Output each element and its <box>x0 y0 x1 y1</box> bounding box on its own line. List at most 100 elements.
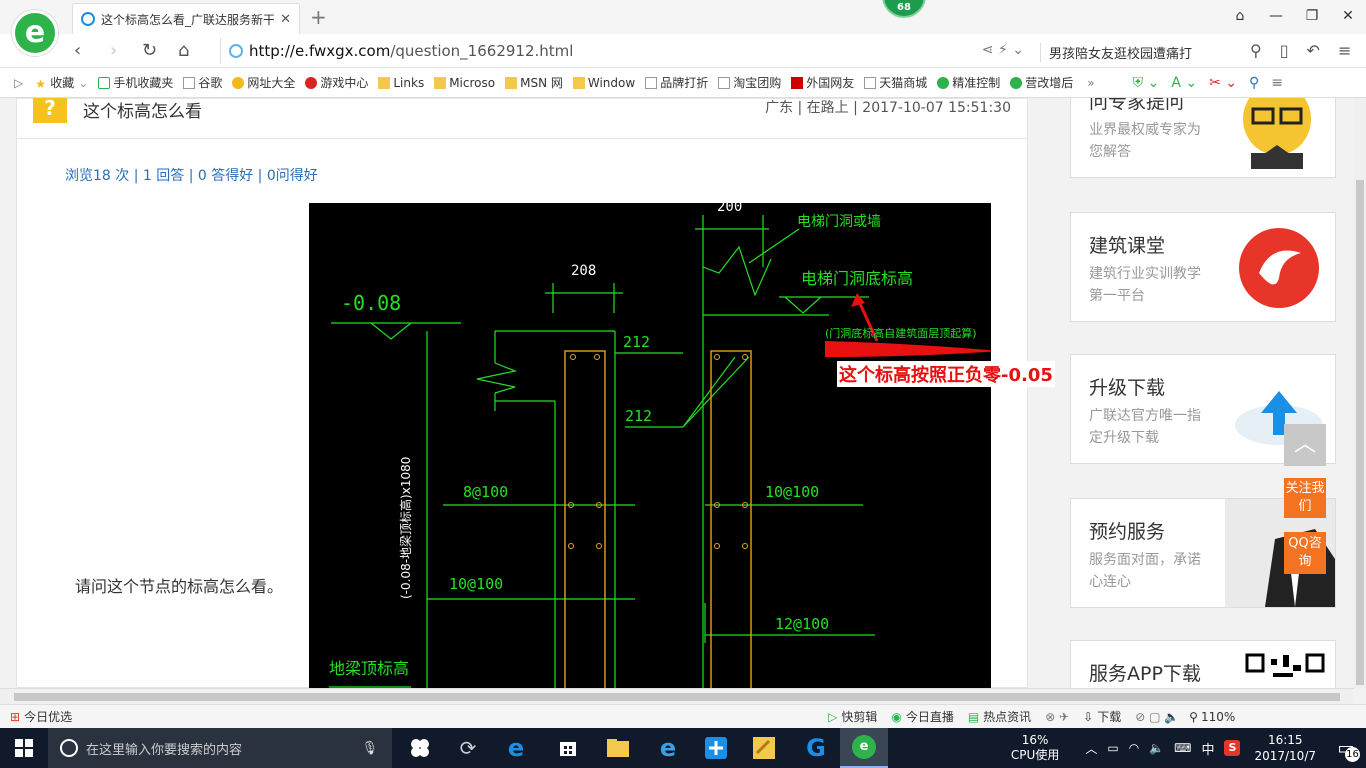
menu-icon[interactable]: ≡ <box>1338 41 1351 60</box>
start-button[interactable] <box>0 728 48 768</box>
question-header: ? 这个标高怎么看 广东 | 在路上 | 2017-10-07 15:51:30 <box>17 98 1027 139</box>
sidebar-toggle-icon[interactable]: ▷ <box>14 76 23 90</box>
expert-mascot-icon <box>1227 98 1327 173</box>
cad-rebar-10a: 10@100 <box>449 575 504 593</box>
status-item[interactable]: ◉ 今日直播 <box>891 708 954 725</box>
minimize-button[interactable]: — <box>1258 0 1294 32</box>
bookmark-item[interactable]: 谷歌 <box>183 74 222 91</box>
cad-red-annotation: 这个标高按照正负零-0.05 <box>837 361 1055 387</box>
battery-icon[interactable]: ▭ <box>1107 741 1118 755</box>
navigation-bar: ‹ › ↻ ⌂ http://e.fwxgx.com /question_166… <box>0 34 1366 68</box>
restore-button[interactable]: ❐ <box>1294 0 1330 32</box>
back-to-top-button[interactable]: ︿ <box>1284 424 1326 466</box>
close-button[interactable]: ✕ <box>1330 0 1366 32</box>
status-item[interactable]: ▷ 快剪辑 <box>828 708 877 725</box>
follow-us-button[interactable]: 关注我们 <box>1284 478 1326 518</box>
translate-icon[interactable]: A ⌄ <box>1171 75 1197 91</box>
glodon-app-icon[interactable]: G <box>792 728 840 768</box>
sidebar-card-expert[interactable]: 问专家提问 业界最权威专家为您解答 <box>1070 98 1336 178</box>
shield-icon[interactable]: ⛨ ⌄ <box>1133 75 1160 91</box>
vertical-scrollbar[interactable] <box>1354 98 1366 688</box>
spiral-app-icon[interactable]: ⟳ <box>444 728 492 768</box>
forward-icon[interactable]: › <box>110 40 117 61</box>
status-icons-2[interactable]: ⊘ ▢ 🔈 <box>1135 710 1179 724</box>
sidebar-card-course[interactable]: 建筑课堂 建筑行业实训教学第一平台 <box>1070 212 1336 322</box>
qq-consult-button[interactable]: QQ咨询 <box>1284 532 1326 574</box>
sidebar-card-desc: 建筑行业实训教学第一平台 <box>1089 266 1201 304</box>
wifi-icon[interactable]: ◠ <box>1129 741 1139 755</box>
ime-indicator[interactable]: 中 <box>1201 739 1214 758</box>
bookmark-item[interactable]: ★ 收藏 ⌄ <box>35 74 88 91</box>
bookmark-item[interactable]: Window <box>572 76 635 90</box>
new-tab-button[interactable]: + <box>310 5 327 29</box>
bookmark-item[interactable]: 游戏中心 <box>305 74 368 91</box>
status-item[interactable]: ⇩ 下载 <box>1083 708 1121 725</box>
task-view-icon[interactable] <box>396 728 444 768</box>
address-bar[interactable]: http://e.fwxgx.com /question_1662912.htm… <box>220 38 1034 64</box>
status-icons[interactable]: ⊗ ✈ <box>1045 710 1069 724</box>
share-icon[interactable]: ⋖ ⚡ ⌄ <box>982 42 1024 58</box>
qq-app-icon[interactable] <box>692 728 740 768</box>
shirt-icon[interactable]: ⌂ <box>1222 0 1258 32</box>
tab-active[interactable]: 这个标高怎么看_广联达服务新干线 ✕ <box>72 3 300 34</box>
bookmark-item[interactable]: 外国网友 <box>791 74 854 91</box>
notes-app-icon[interactable] <box>740 728 788 768</box>
action-center-icon[interactable]: ▭ 16 <box>1326 728 1366 768</box>
bookmark-item[interactable]: 品牌打折 <box>645 74 708 91</box>
scrollbar-thumb[interactable] <box>1356 180 1364 685</box>
news-icon: ▤ <box>967 709 980 724</box>
browser-logo-icon[interactable]: e <box>12 10 58 56</box>
more-bookmarks-icon[interactable]: » <box>1087 76 1094 90</box>
bookmark-item[interactable]: Links <box>378 76 424 90</box>
magnifier-icon[interactable]: ⚲ <box>1249 75 1259 91</box>
keyboard-icon[interactable]: ⌨ <box>1174 741 1191 755</box>
scrollbar-thumb[interactable] <box>14 693 1340 701</box>
phone-icon[interactable]: ▯ <box>1280 41 1289 60</box>
star-icon: ★ <box>35 76 46 91</box>
back-icon[interactable]: ‹ <box>74 40 81 61</box>
volume-icon[interactable]: 🔈 <box>1149 741 1164 755</box>
sogou-icon[interactable]: S <box>1224 740 1241 756</box>
bookmark-item[interactable]: 淘宝团购 <box>718 74 781 91</box>
question-stats[interactable]: 浏览18 次 | 1 回答 | 0 答得好 | 0问得好 <box>65 165 318 185</box>
bookmark-item[interactable]: 手机收藏夹 <box>98 74 173 91</box>
microphone-icon[interactable]: 🎙 <box>361 741 378 756</box>
tray-up-icon[interactable]: ︿ <box>1085 740 1097 757</box>
browser-taskbar-icon[interactable]: e <box>840 728 888 768</box>
gift-icon: ⊞ <box>10 709 21 724</box>
scissors-icon[interactable]: ✂ ⌄ <box>1209 75 1237 91</box>
status-item[interactable]: ▤ 热点资讯 <box>968 708 1031 725</box>
tab-close-icon[interactable]: ✕ <box>280 12 291 27</box>
notification-badge[interactable]: 68 <box>882 0 926 18</box>
search-box[interactable]: 男孩陪女友逛校园遭痛打 <box>1040 43 1232 62</box>
bookmark-item[interactable]: 网址大全 <box>232 74 295 91</box>
file-explorer-icon[interactable] <box>594 728 642 768</box>
clip-icon: ▷ <box>828 709 838 724</box>
url-path: /question_1662912.html <box>390 42 574 60</box>
page-icon <box>864 76 877 89</box>
cad-drawing[interactable]: 200 208 -0.08 电梯门洞或墙 电梯门洞底标高 (门洞底标高自建筑面层… <box>309 199 1055 688</box>
bookmark-item[interactable]: Microso <box>434 76 495 90</box>
tools-menu-icon[interactable]: ≡ <box>1271 75 1283 91</box>
cpu-meter[interactable]: 16% CPU使用 <box>1011 733 1059 763</box>
horizontal-scrollbar[interactable] <box>0 688 1354 704</box>
sidebar-card-app[interactable]: 服务APP下载 <box>1070 640 1336 688</box>
edge-icon[interactable]: e <box>492 728 540 768</box>
bookmark-item[interactable]: MSN 网 <box>505 74 563 91</box>
home-icon[interactable]: ⌂ <box>178 40 189 61</box>
zoom-level[interactable]: ⚲ 110% <box>1189 710 1235 724</box>
taskbar-search-input[interactable]: 在这里输入你要搜索的内容 🎙 <box>48 728 392 768</box>
reload-icon[interactable]: ↻ <box>142 40 157 61</box>
undo-icon[interactable]: ↶ <box>1307 41 1320 60</box>
site-icon <box>229 44 243 58</box>
bookmark-item[interactable]: 营改增后 <box>1010 74 1073 91</box>
bookmark-item[interactable]: 天猫商城 <box>864 74 927 91</box>
store-icon[interactable] <box>544 728 592 768</box>
sidebar-card-desc: 业界最权威专家为您解答 <box>1089 122 1201 160</box>
ie-icon[interactable]: e <box>644 728 692 768</box>
daily-picks[interactable]: ⊞ 今日优选 <box>10 708 72 725</box>
search-icon[interactable]: ⚲ <box>1250 41 1262 60</box>
game-icon <box>305 76 318 89</box>
clock[interactable]: 16:15 2017/10/7 <box>1254 732 1316 764</box>
bookmark-item[interactable]: 精准控制 <box>937 74 1000 91</box>
